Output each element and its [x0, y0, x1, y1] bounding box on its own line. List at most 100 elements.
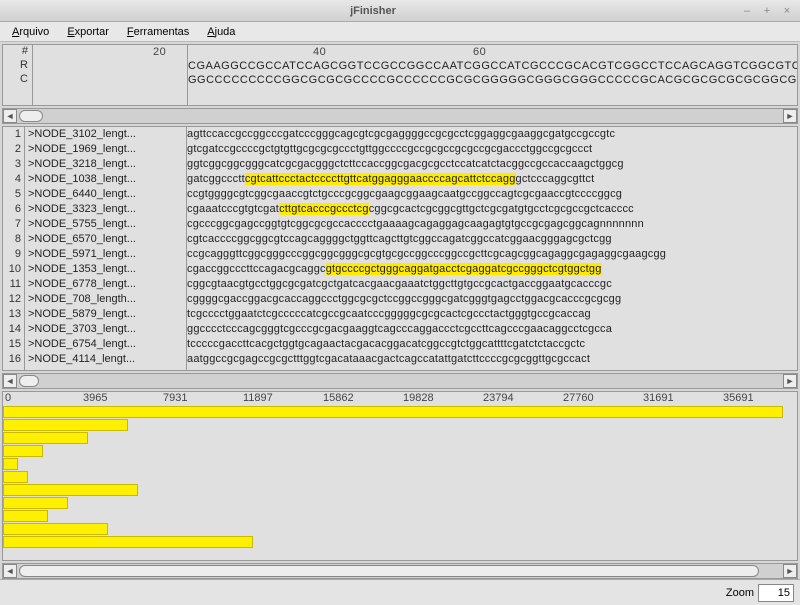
highlighted-region[interactable]: gtgccccgctgggcaggatgacctcgaggatcgccgggct…: [326, 263, 602, 275]
scroll-thumb[interactable]: [19, 110, 43, 122]
scroll-thumb[interactable]: [19, 565, 759, 577]
row-number: 12: [3, 292, 24, 307]
node-name[interactable]: >NODE_6570_lengt...: [25, 232, 186, 247]
scroll-right-icon[interactable]: ►: [783, 564, 797, 578]
ref-r: R: [3, 59, 32, 73]
sequence-row[interactable]: cggcgtaacgtgcctggcgcgatcgctgatcacgaacgaa…: [187, 277, 797, 292]
row-number: 8: [3, 232, 24, 247]
coverage-bars: [3, 406, 797, 546]
node-name[interactable]: >NODE_3323_lengt...: [25, 202, 186, 217]
node-name[interactable]: >NODE_1353_lengt...: [25, 262, 186, 277]
row-number: 2: [3, 142, 24, 157]
node-name[interactable]: >NODE_1038_lengt...: [25, 172, 186, 187]
node-name[interactable]: >NODE_3218_lengt...: [25, 157, 186, 172]
row-number: 6: [3, 202, 24, 217]
node-name[interactable]: >NODE_5755_lengt...: [25, 217, 186, 232]
reference-seq-c: GGCCCCCCCCCGGCGCGCGCCCCGCCCCCCGCGCGGGGGC…: [188, 73, 797, 87]
maximize-button[interactable]: +: [760, 5, 774, 17]
menu-ferramentas[interactable]: Ferramentas: [119, 24, 197, 40]
row-number: 7: [3, 217, 24, 232]
menu-arquivo[interactable]: Arquivo: [4, 24, 57, 40]
node-name[interactable]: >NODE_3102_lengt...: [25, 127, 186, 142]
coverage-bar: [3, 458, 18, 470]
node-name[interactable]: >NODE_6754_lengt...: [25, 337, 186, 352]
cov-tick-9: 35691: [723, 392, 754, 404]
coverage-bar: [3, 419, 128, 431]
sequence-row[interactable]: ggtcggcggcgggcatcgcgacgggctcttccaccggcga…: [187, 157, 797, 172]
minimize-button[interactable]: –: [740, 5, 754, 17]
coverage-bar: [3, 536, 253, 548]
alignment-hscrollbar[interactable]: ◄ ►: [2, 373, 798, 389]
scroll-right-icon[interactable]: ►: [783, 109, 797, 123]
coverage-hscrollbar[interactable]: ◄ ►: [2, 563, 798, 579]
coverage-scale: 0 3965 7931 11897 15862 19828 23794 2776…: [3, 392, 797, 406]
sequence-row[interactable]: ccgcagggttcggcgggcccggcggcgggcgcgtgcgccg…: [187, 247, 797, 262]
coverage-pane: 0 3965 7931 11897 15862 19828 23794 2776…: [2, 391, 798, 561]
sequence-row[interactable]: cgcccggcgagccggtgtcggcgcgccacccctgaaaagc…: [187, 217, 797, 232]
row-number: 16: [3, 352, 24, 367]
sequence-row[interactable]: cggggcgaccggacgcaccaggccctggcgcgctccggcc…: [187, 292, 797, 307]
row-number: 3: [3, 157, 24, 172]
reference-scale: 20 40 60: [188, 45, 797, 59]
sequence-row[interactable]: gatcggcccttcgtcattccctactccccttgttcatgga…: [187, 172, 797, 187]
sequence-row[interactable]: cgtcaccccggcggcgtccagcaggggctggttcagcttg…: [187, 232, 797, 247]
menu-exportar[interactable]: Exportar: [59, 24, 117, 40]
sequence-row[interactable]: ccgtggggcgtcggcgaaccgtctgcccgcggcgaagcgg…: [187, 187, 797, 202]
sequence-row[interactable]: agttccaccgccggcccgatcccgggcagcgtcgcgaggg…: [187, 127, 797, 142]
zoom-input[interactable]: [758, 584, 794, 602]
node-name[interactable]: >NODE_5879_lengt...: [25, 307, 186, 322]
coverage-bar: [3, 497, 68, 509]
window-controls: – + ×: [740, 5, 794, 17]
sequence-row[interactable]: ggcccctcccagcgggtcgcccgcgacgaaggtcagccca…: [187, 322, 797, 337]
sequence-row[interactable]: aatggccgcgagccgcgctttggtcgacataaacgactca…: [187, 352, 797, 367]
coverage-bar: [3, 484, 138, 496]
node-name[interactable]: >NODE_4114_lengt...: [25, 352, 186, 367]
node-name[interactable]: >NODE_6440_lengt...: [25, 187, 186, 202]
reference-hscrollbar[interactable]: ◄ ►: [2, 108, 798, 124]
coverage-bar: [3, 523, 108, 535]
cov-tick-3: 11897: [243, 392, 273, 404]
sequence-row[interactable]: gtcgatccgccccgctgtgttgcgcgcgccctgttggccc…: [187, 142, 797, 157]
highlighted-region[interactable]: cgtcattccctactccccttgttcatggagggaaccccag…: [245, 173, 516, 185]
sequence-row[interactable]: cgaaatcccgtgtcgatcttgtcacccgccctcgcggcgc…: [187, 202, 797, 217]
statusbar: Zoom: [0, 579, 800, 605]
node-name[interactable]: >NODE_708_length...: [25, 292, 186, 307]
coverage-bar: [3, 406, 783, 418]
row-number: 14: [3, 322, 24, 337]
row-number: 11: [3, 277, 24, 292]
highlighted-region[interactable]: cttgtcacccgccctcg: [279, 203, 369, 215]
row-number: 15: [3, 337, 24, 352]
menubar: Arquivo Exportar Ferramentas Ajuda: [0, 22, 800, 42]
scroll-thumb[interactable]: [19, 375, 39, 387]
scroll-left-icon[interactable]: ◄: [3, 109, 17, 123]
menu-ajuda[interactable]: Ajuda: [199, 24, 243, 40]
row-number: 5: [3, 187, 24, 202]
cov-tick-7: 27760: [563, 392, 594, 404]
row-number: 4: [3, 172, 24, 187]
reference-seq-r: CGAAGGCCGCCATCCAGCGGTCCGCCGGCCAATCGGCCAT…: [188, 59, 797, 73]
sequence-row[interactable]: tcgcccctggaatctcgcccccatcgccgcaatcccgggg…: [187, 307, 797, 322]
scroll-left-icon[interactable]: ◄: [3, 374, 17, 388]
coverage-bar: [3, 510, 48, 522]
sequence-row[interactable]: tcccccgaccttcacgctggtgcagaactacgacacggac…: [187, 337, 797, 352]
row-numbers: 12345678910111213141516: [3, 127, 25, 370]
scroll-right-icon[interactable]: ►: [783, 374, 797, 388]
scroll-left-icon[interactable]: ◄: [3, 564, 17, 578]
cov-tick-6: 23794: [483, 392, 514, 404]
coverage-bar: [3, 432, 88, 444]
node-name[interactable]: >NODE_1969_lengt...: [25, 142, 186, 157]
close-button[interactable]: ×: [780, 5, 794, 17]
cov-tick-1: 3965: [83, 392, 107, 404]
row-number: 13: [3, 307, 24, 322]
sequence-row[interactable]: cgaccggcccttccagacgcaggcgtgccccgctgggcag…: [187, 262, 797, 277]
node-name[interactable]: >NODE_3703_lengt...: [25, 322, 186, 337]
reference-pane: # R C 20 40 60 CGAAGGCCGCCATCCAGCGGTCCGC…: [2, 44, 798, 106]
alignment-pane: 12345678910111213141516 >NODE_3102_lengt…: [2, 126, 798, 371]
cov-tick-8: 31691: [643, 392, 674, 404]
row-number: 10: [3, 262, 24, 277]
node-name[interactable]: >NODE_6778_lengt...: [25, 277, 186, 292]
node-name[interactable]: >NODE_5971_lengt...: [25, 247, 186, 262]
coverage-bar: [3, 471, 28, 483]
sequences[interactable]: agttccaccgccggcccgatcccgggcagcgtcgcgaggg…: [187, 127, 797, 370]
row-number: 1: [3, 127, 24, 142]
